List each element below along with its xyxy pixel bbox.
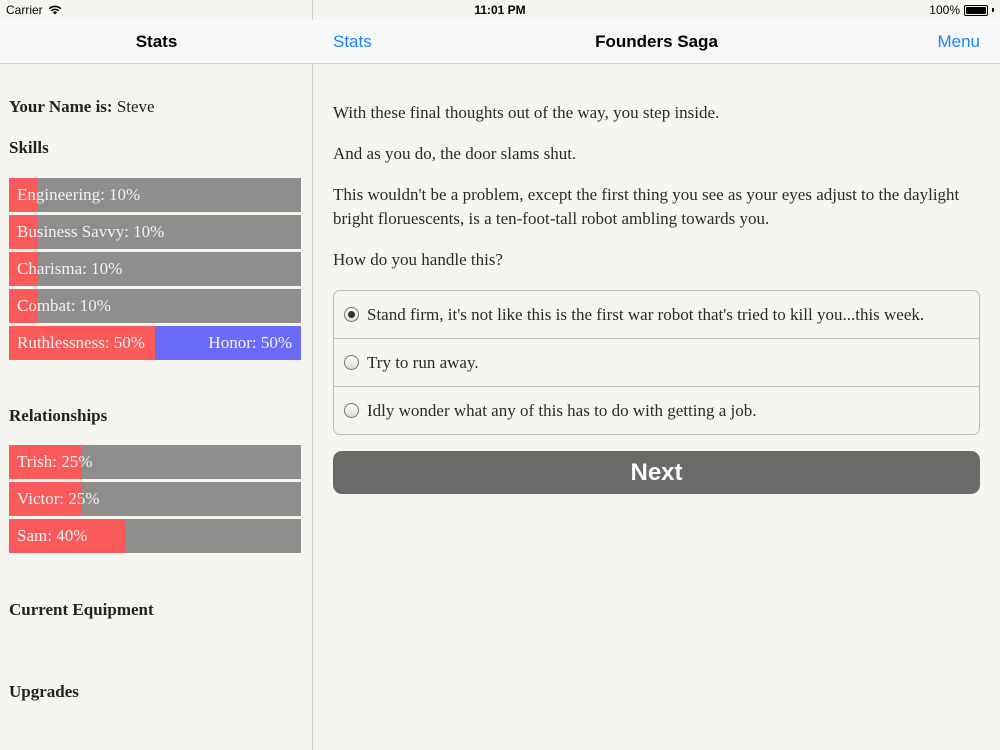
choice-option-idly-wonder[interactable]: Idly wonder what any of this has to do w… — [334, 387, 979, 434]
story-paragraph: This wouldn't be a problem, except the f… — [333, 185, 960, 228]
skill-label: Business Savvy: 10% — [17, 222, 165, 241]
name-value: Steve — [116, 97, 155, 116]
stats-panel: Stats Your Name is: Steve Skills Enginee… — [0, 0, 313, 750]
choice-label: Idly wonder what any of this has to do w… — [367, 400, 757, 420]
choice-label: Try to run away. — [367, 352, 479, 372]
story-paragraph: And as you do, the door slams shut. — [333, 144, 577, 163]
honor-label: Honor: 50% — [208, 333, 292, 352]
relationship-bar-trish: Trish: 25% — [9, 445, 301, 479]
story-text: With these final thoughts out of the way… — [333, 101, 973, 289]
relationships-heading: Relationships — [9, 406, 108, 425]
skills-heading: Skills — [9, 138, 49, 157]
choice-label: Stand firm, it's not like this is the fi… — [367, 304, 925, 324]
skill-bar-combat: Combat: 10% — [9, 289, 301, 323]
relationship-label: Victor: 25% — [17, 489, 100, 508]
player-name: Your Name is: Steve — [9, 97, 155, 117]
equipment-heading: Current Equipment — [9, 600, 154, 619]
skill-label: Combat: 10% — [17, 296, 111, 315]
next-button[interactable]: Next — [333, 451, 980, 494]
skill-label: Engineering: 10% — [17, 185, 141, 204]
menu-button[interactable]: Menu — [937, 32, 980, 52]
upgrades-heading: Upgrades — [9, 682, 79, 701]
story-question: How do you handle this? — [333, 250, 503, 269]
radio-icon[interactable] — [344, 355, 359, 370]
skill-bar-engineering: Engineering: 10% — [9, 178, 301, 212]
story-navbar: Stats Founders Saga Menu — [313, 20, 1000, 64]
story-paragraph: With these final thoughts out of the way… — [333, 103, 720, 122]
name-label: Your Name is: — [9, 97, 113, 116]
relationship-bar-victor: Victor: 25% — [9, 482, 301, 516]
skill-label: Charisma: 10% — [17, 259, 123, 278]
choice-list: Stand firm, it's not like this is the fi… — [333, 290, 980, 435]
story-title: Founders Saga — [595, 32, 718, 51]
skill-bar-charisma: Charisma: 10% — [9, 252, 301, 286]
ruthlessness-honor-bar: Ruthlessness: 50% Honor: 50% — [9, 326, 301, 360]
stats-navbar: Stats — [0, 20, 313, 64]
stats-title: Stats — [135, 32, 178, 51]
choice-option-stand-firm[interactable]: Stand firm, it's not like this is the fi… — [334, 291, 979, 339]
relationship-label: Trish: 25% — [17, 452, 93, 471]
story-panel: Stats Founders Saga Menu With these fina… — [313, 0, 1000, 750]
choice-option-run-away[interactable]: Try to run away. — [334, 339, 979, 387]
skill-bar-business-savvy: Business Savvy: 10% — [9, 215, 301, 249]
relationship-bar-sam: Sam: 40% — [9, 519, 301, 553]
radio-selected-icon[interactable] — [344, 307, 359, 322]
ruthlessness-label: Ruthlessness: 50% — [17, 333, 145, 352]
relationship-label: Sam: 40% — [17, 526, 88, 545]
radio-icon[interactable] — [344, 403, 359, 418]
